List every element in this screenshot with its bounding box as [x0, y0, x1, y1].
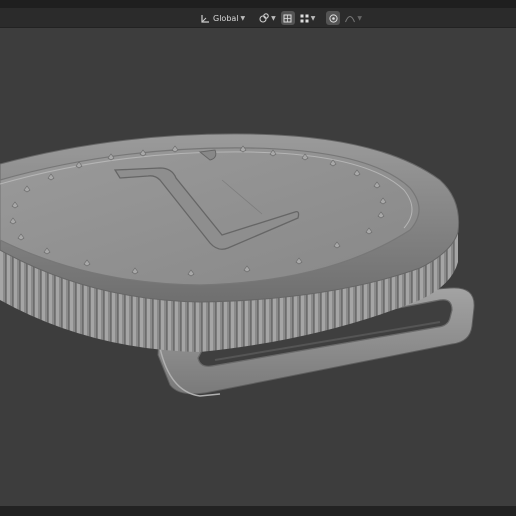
transform-axes-icon — [201, 14, 209, 23]
coin-medal-model[interactable] — [0, 28, 516, 506]
proportional-edit-icon — [329, 13, 338, 23]
chevron-down-icon: ▼ — [357, 14, 363, 22]
proportional-edit-toggle[interactable] — [326, 11, 341, 25]
chevron-down-icon: ▼ — [240, 14, 246, 22]
transform-orientation-dropdown[interactable]: Global ▼ — [198, 11, 248, 25]
coin-face — [0, 133, 460, 303]
snap-target-dropdown[interactable]: ▼ — [297, 11, 319, 25]
snap-target-icon — [300, 14, 309, 22]
snap-toggle[interactable] — [280, 11, 295, 25]
bottom-window-strip — [0, 506, 516, 516]
top-window-strip — [0, 0, 516, 8]
pivot-point-dropdown[interactable]: ▼ — [256, 11, 279, 25]
proportional-falloff-dropdown[interactable]: ▼ — [342, 11, 365, 25]
transform-orientation-label: Global — [213, 13, 239, 23]
header-toolbar: Global ▼ ▼ ▼ ▼ — [198, 10, 365, 26]
snap-grid-icon — [283, 14, 292, 22]
chevron-down-icon: ▼ — [271, 14, 276, 22]
falloff-curve-icon — [345, 15, 356, 22]
chevron-down-icon: ▼ — [310, 14, 316, 22]
link-pivot-icon — [259, 13, 269, 23]
